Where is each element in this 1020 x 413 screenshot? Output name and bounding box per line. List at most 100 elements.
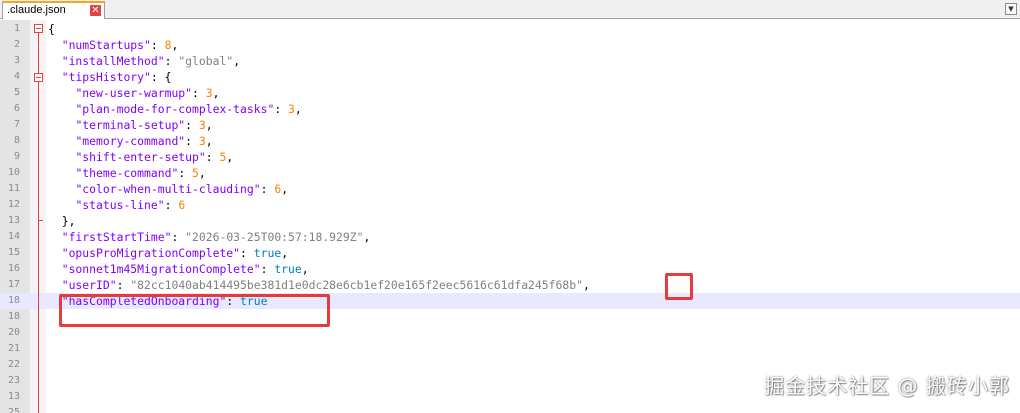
code-text: "memory-command": 3, [48,133,213,149]
code-editor[interactable]: 1{2 "numStartups": 8, 3 "installMethod": … [0,20,1020,413]
code-line[interactable]: 6 "plan-mode-for-complex-tasks": 3, [0,101,1020,117]
code-token: { [48,22,55,36]
code-token: : [240,246,254,260]
code-token: : [150,38,165,52]
code-text: "opusProMigrationComplete": true, [48,245,288,261]
line-number: 6 [13,103,20,114]
code-token: : [116,278,131,292]
fold-toggle-icon[interactable] [34,24,43,33]
code-token: : [260,182,275,196]
code-token: "sonnet1m45MigrationComplete" [61,262,261,276]
line-number: 21 [7,343,20,354]
line-number: 16 [7,263,20,274]
code-text: "shift-enter-setup": 5, [48,149,233,165]
code-token: "2026-03-25T00:57:18.929Z" [185,230,364,244]
code-token: , [281,182,289,196]
line-number: 18 [7,311,20,322]
code-line[interactable]: 16 "sonnet1m45MigrationComplete": true, [0,261,1020,277]
code-token: true [253,246,282,260]
code-token: 3 [198,134,206,148]
code-line[interactable]: 11 "color-when-multi-clauding": 6, [0,181,1020,197]
line-number: 23 [7,375,20,386]
line-number: 2 [13,39,20,50]
code-token: "shift-enter-setup" [75,150,206,164]
code-token: "status-line" [75,198,165,212]
code-token: , [233,54,241,68]
code-line[interactable]: 21 [0,341,1020,357]
code-token: , [226,150,234,164]
code-token: : [192,86,206,100]
code-line[interactable]: 8 "memory-command": 3, [0,133,1020,149]
code-token: , [205,118,213,132]
code-text: "new-user-warmup": 3, [48,85,219,101]
code-line[interactable]: 3 "installMethod": "global", [0,53,1020,69]
code-line[interactable]: 7 "terminal-setup": 3, [0,117,1020,133]
code-token: , [171,38,179,52]
code-text: "theme-command": 5, [48,165,205,181]
code-line[interactable]: 17 "userID": "82cc1040ab414495be381d1e0d… [0,277,1020,293]
code-token: : [185,134,199,148]
code-token: : [178,166,193,180]
code-token: true [274,262,302,276]
line-number: 18 [7,295,20,306]
line-number: 1 [13,23,20,34]
file-tab[interactable]: .claude.json ✕ [2,1,105,19]
code-line[interactable]: 14 "firstStartTime": "2026-03-25T00:57:1… [0,229,1020,245]
code-token: "new-user-warmup" [75,86,193,100]
code-token: : { [150,70,172,84]
tab-list-arrow-icon[interactable]: ▼ [1005,3,1017,15]
code-token: : [171,230,186,244]
code-line[interactable]: 1{ [0,21,1020,37]
code-text: "firstStartTime": "2026-03-25T00:57:18.9… [48,229,371,245]
line-number: 22 [7,359,20,370]
code-line[interactable]: 5 "new-user-warmup": 3, [0,85,1020,101]
code-text: { [48,21,55,37]
close-icon[interactable]: ✕ [90,5,101,16]
line-number: 15 [7,247,20,258]
code-text: "numStartups": 8, [48,37,179,53]
line-number: 13 [7,391,20,402]
line-number: 20 [7,327,20,338]
code-token: "theme-command" [75,166,179,180]
code-line[interactable]: 15 "opusProMigrationComplete": true, [0,245,1020,261]
watermark: 掘金技术社区 @ 搬砖小郭 [764,374,1010,398]
code-text: "color-when-multi-clauding": 6, [48,181,288,197]
code-token: "memory-command" [75,134,186,148]
code-token: , [205,134,213,148]
code-token: : [185,118,199,132]
code-token: , [212,86,220,100]
code-token: "userID" [61,278,117,292]
line-number: 9 [13,151,20,162]
code-line[interactable]: 13 }, [0,213,1020,229]
code-line[interactable]: 12 "status-line": 6 [0,197,1020,213]
line-number: 4 [13,71,20,82]
code-token: : [164,198,179,212]
code-line[interactable]: 9 "shift-enter-setup": 5, [0,149,1020,165]
code-token: , [294,102,302,116]
code-line[interactable]: 25 [0,405,1020,413]
fold-end-marker [38,220,43,221]
line-number: 17 [7,279,20,290]
code-token: : [164,54,179,68]
code-token: "82cc1040ab414495be381d1e0dc28e6cb1ef20e… [130,278,583,292]
code-token: }, [48,214,76,228]
line-number: 10 [7,167,20,178]
code-token: 3 [198,118,206,132]
line-number: 3 [13,55,20,66]
code-line[interactable]: 10 "theme-command": 5, [0,165,1020,181]
fold-toggle-icon[interactable] [34,73,43,82]
code-line[interactable]: 20 [0,325,1020,341]
code-line[interactable]: 4 "tipsHistory": { [0,69,1020,85]
code-token: 5 [192,166,199,180]
code-token: , [582,278,590,292]
code-line[interactable]: 2 "numStartups": 8, [0,37,1020,53]
